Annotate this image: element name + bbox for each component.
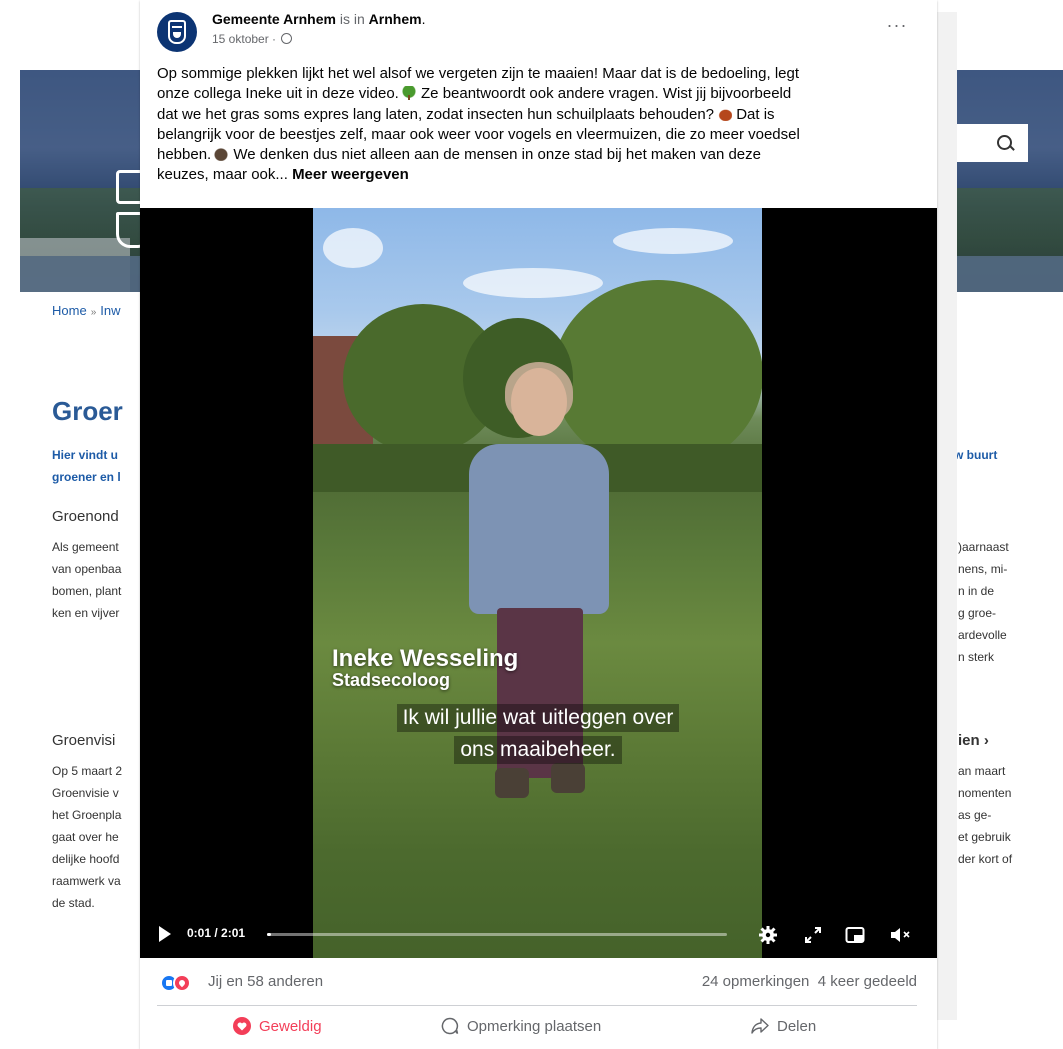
section-text-line-right: )aarnaast — [958, 540, 1009, 554]
post-text-line: Op sommige plekken lijkt het wel alsof w… — [157, 65, 800, 82]
settings-gear-icon[interactable] — [759, 926, 777, 944]
video-progress-bar[interactable] — [267, 933, 727, 936]
section-text-line-right: nens, mi- — [958, 562, 1008, 576]
love-reaction-button[interactable]: Geweldig — [233, 1010, 322, 1044]
section-text-line: raamwerk va — [52, 874, 121, 888]
section-text-line-right: n sterk — [958, 650, 995, 664]
section-text-line-right: g groe- — [958, 606, 997, 620]
video-role-caption: Stadsecoloog — [332, 670, 451, 690]
comment-bubble-icon — [441, 1017, 459, 1035]
section-groenvisie-title[interactable]: Groenvisi — [52, 732, 115, 749]
video-frame[interactable] — [313, 208, 762, 958]
intro-line: Hier vindt u — [52, 448, 119, 462]
section-text-line: delijke hoofd — [52, 852, 120, 866]
reactions-bar: Jij en 58 anderen 24 opmerkingen 4 keer … — [160, 972, 917, 996]
engagement-counts: 24 opmerkingen 4 keer gedeeld — [702, 973, 917, 990]
breadcrumb-partial-link[interactable]: Inw — [100, 303, 120, 318]
is-in-label: is in — [339, 11, 365, 27]
reactions-summary[interactable]: Jij en 58 anderen — [208, 973, 323, 990]
section-text-line: gaat over he — [52, 830, 119, 844]
post-actions: Geweldig Opmerking plaatsen Delen — [157, 1010, 917, 1044]
picture-in-picture-icon[interactable] — [845, 926, 865, 944]
section-text-line: de stad. — [52, 896, 95, 910]
breadcrumb-home-link[interactable]: Home — [52, 303, 87, 318]
section-text-line: ken en vijver — [52, 606, 120, 620]
post-text-line: keuzes, maar ook... Meer weergeven — [157, 165, 927, 185]
location-punct: . — [421, 11, 426, 27]
post-text-segment: hebben. — [157, 146, 212, 164]
intro-line: groener en l — [52, 470, 121, 484]
post-text-line: belangrijk voor de beestjes zelf, maar o… — [157, 125, 800, 143]
page-title: Groer — [52, 396, 123, 426]
post-date[interactable]: 15 oktober · — [212, 32, 293, 46]
globe-icon — [281, 33, 293, 44]
section-text-line: Groenvisie v — [52, 786, 119, 800]
shares-count-link[interactable]: 4 keer gedeeld — [818, 973, 917, 990]
post-text-line: onze collega Ineke uit in deze video. Ze… — [157, 84, 927, 104]
share-arrow-icon — [751, 1018, 769, 1034]
video-player[interactable]: Ineke Wesseling Stadsecoloog Ik wil jull… — [140, 208, 937, 958]
intro-line-right: w buurt — [954, 448, 998, 462]
mute-speaker-icon[interactable] — [889, 926, 917, 944]
section-groenonderhoud-title[interactable]: Groenond — [52, 508, 119, 525]
more-options-button[interactable]: ··· — [885, 16, 909, 36]
post-text-segment: Dat is — [736, 105, 775, 123]
section-right-link[interactable]: ien › — [958, 732, 989, 749]
post-text-line: hebben. We denken dus niet alleen aan de… — [157, 145, 927, 165]
post-text-line: dat we het gras soms expres lang laten, … — [157, 105, 927, 125]
section-text-line: bomen, plant — [52, 584, 122, 598]
video-subtitles: Ik wil jullie wat uitleggen over ons maa… — [323, 704, 753, 768]
search-icon[interactable] — [997, 135, 1012, 150]
love-reaction-icon — [173, 974, 191, 992]
bird-emoji-icon — [213, 147, 230, 162]
breadcrumb-separator: » — [90, 307, 97, 318]
section-text-line-right: an maart — [958, 764, 1006, 778]
section-text-line-right: et gebruik — [958, 830, 1011, 844]
post-text-segment: keuzes, maar ook... — [157, 166, 293, 184]
breadcrumb: Home» Inw — [52, 303, 120, 318]
post-header: Gemeente Arnhem is in Arnhem. — [212, 11, 425, 27]
facebook-post: Gemeente Arnhem is in Arnhem. 15 oktober… — [140, 0, 937, 1049]
section-text-line-right: nomenten — [958, 786, 1012, 800]
subtitle-line: ons maaibeheer. — [454, 736, 622, 764]
post-text-segment: Ze beantwoordt ook andere vragen. Wist j… — [421, 85, 792, 103]
see-more-link[interactable]: Meer weergeven — [292, 166, 409, 183]
post-date-text[interactable]: 15 oktober · — [212, 32, 276, 46]
fullscreen-expand-icon[interactable] — [804, 926, 822, 944]
subtitle-line: Ik wil jullie wat uitleggen over — [396, 704, 680, 732]
crest-icon — [168, 20, 186, 44]
video-controls: 0:01 / 2:01 — [140, 920, 937, 950]
video-name-caption: Ineke Wesseling — [332, 645, 519, 672]
share-button[interactable]: Delen — [751, 1010, 816, 1044]
video-time: 0:01 / 2:01 — [187, 926, 246, 940]
post-text-segment: dat we het gras soms expres lang laten, … — [157, 105, 715, 123]
section-text-line-right: ardevolle — [958, 628, 1007, 642]
author-name[interactable]: Gemeente Arnhem — [212, 11, 336, 27]
comment-button-label: Opmerking plaatsen — [467, 1018, 602, 1035]
comment-button[interactable]: Opmerking plaatsen — [441, 1010, 601, 1044]
section-text-line: Op 5 maart 2 — [52, 764, 123, 778]
video-progress-fill — [267, 933, 271, 936]
location-link[interactable]: Arnhem — [369, 11, 422, 27]
comments-count-link[interactable]: 24 opmerkingen — [702, 973, 810, 990]
section-text-line: Als gemeent — [52, 540, 119, 554]
post-shadow-strip — [937, 12, 957, 1020]
post-text-segment: We denken dus niet alleen aan de mensen … — [233, 146, 761, 164]
post-text-segment: onze collega Ineke uit in deze video. — [157, 85, 399, 103]
post-text: Op sommige plekken lijkt het wel alsof w… — [157, 64, 927, 186]
share-button-label: Delen — [777, 1018, 817, 1035]
section-text-line: het Groenpla — [52, 808, 122, 822]
section-text-line-right: der kort of — [958, 852, 1013, 866]
section-text-line-right: as ge- — [958, 808, 992, 822]
insect-emoji-icon — [716, 106, 733, 121]
love-button-label: Geweldig — [259, 1018, 322, 1035]
tree-emoji-icon — [400, 86, 417, 101]
section-text-line: van openbaa — [52, 562, 122, 576]
site-search-input[interactable] — [946, 124, 1028, 162]
page-avatar[interactable] — [157, 12, 197, 52]
play-icon[interactable] — [159, 926, 171, 942]
section-text-line-right: n in de — [958, 584, 995, 598]
heart-icon — [233, 1017, 251, 1035]
actions-divider — [157, 1005, 917, 1006]
